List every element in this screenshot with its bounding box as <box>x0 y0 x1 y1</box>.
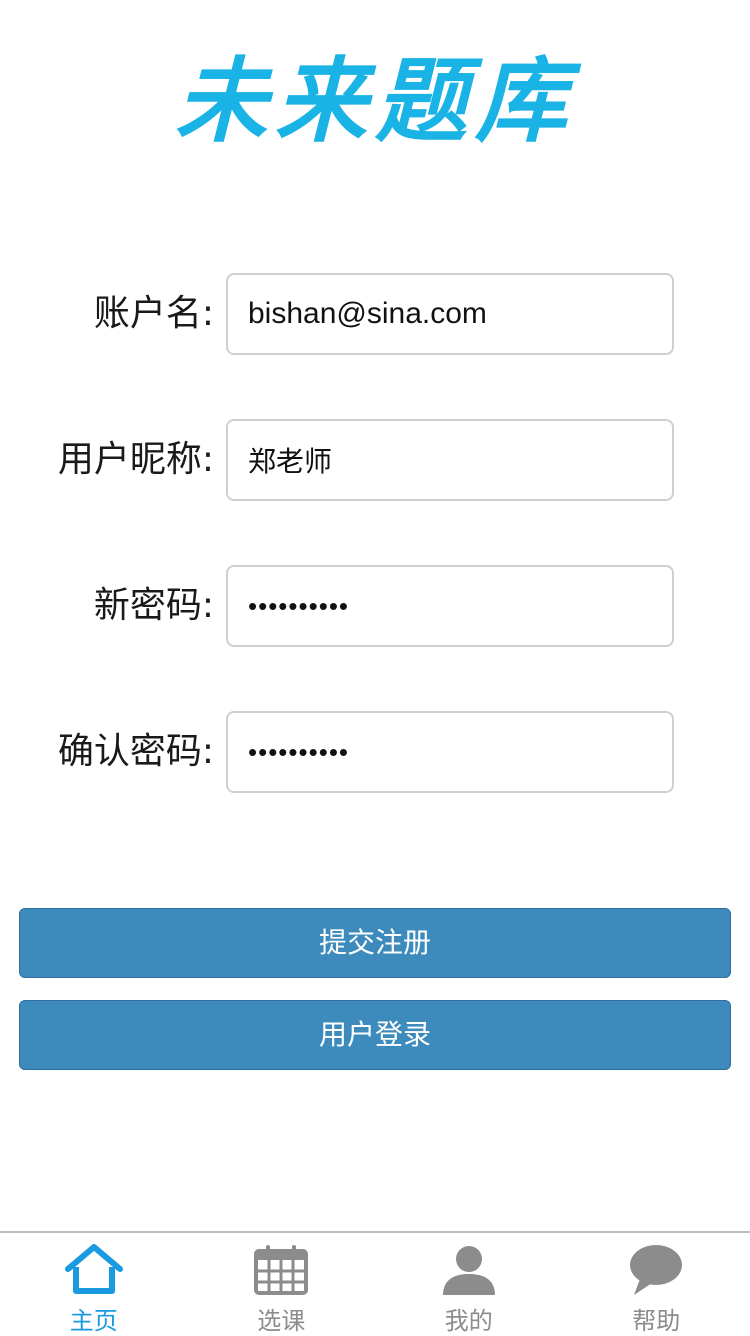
nickname-row: 用户昵称: <box>0 419 750 501</box>
bottom-tab-bar: 主页 选课 我的 帮助 <box>0 1231 750 1333</box>
user-login-button[interactable]: 用户登录 <box>19 1000 731 1070</box>
user-icon <box>439 1243 499 1297</box>
confirm-password-input[interactable] <box>226 711 674 793</box>
tab-mine-label: 我的 <box>375 1301 563 1336</box>
account-row: 账户名: <box>0 273 750 355</box>
account-input[interactable] <box>226 273 674 355</box>
new-password-label: 新密码: <box>94 565 214 647</box>
tab-courses[interactable]: 选课 <box>188 1233 376 1333</box>
tab-home-label: 主页 <box>0 1301 188 1336</box>
account-label: 账户名: <box>94 273 214 355</box>
new-password-row: 新密码: <box>0 565 750 647</box>
submit-register-button[interactable]: 提交注册 <box>19 908 731 978</box>
nickname-input[interactable] <box>226 419 674 501</box>
tab-home[interactable]: 主页 <box>0 1233 188 1333</box>
new-password-input[interactable] <box>226 565 674 647</box>
tab-help[interactable]: 帮助 <box>563 1233 750 1333</box>
home-icon <box>64 1243 124 1297</box>
chat-bubble-icon <box>626 1243 686 1297</box>
calendar-icon <box>251 1243 311 1297</box>
confirm-password-row: 确认密码: <box>0 711 750 793</box>
tab-courses-label: 选课 <box>188 1301 376 1336</box>
tab-help-label: 帮助 <box>563 1301 750 1336</box>
app-logo: 未来题库 <box>0 46 750 156</box>
tab-mine[interactable]: 我的 <box>375 1233 563 1333</box>
confirm-password-label: 确认密码: <box>58 711 214 793</box>
nickname-label: 用户昵称: <box>58 419 214 501</box>
